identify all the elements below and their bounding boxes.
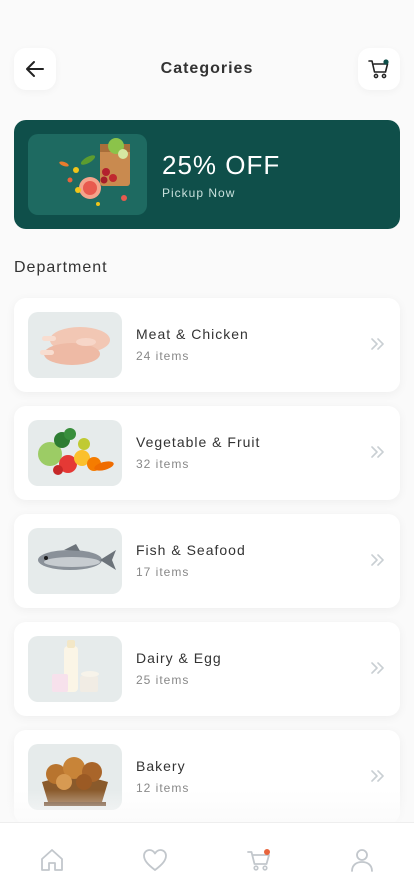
heart-icon — [143, 848, 168, 871]
double-chevron-right-icon — [371, 446, 384, 458]
cart-badge-dot — [263, 848, 270, 855]
promo-subtitle: Pickup Now — [162, 186, 236, 200]
category-name: Fish & Seafood — [136, 542, 246, 558]
category-name: Dairy & Egg — [136, 650, 222, 666]
dairy-icon — [28, 636, 122, 702]
vegetable-icon — [28, 420, 122, 486]
profile-icon — [351, 848, 374, 872]
top-bar: Categories — [14, 48, 400, 90]
category-count: 17 items — [136, 565, 190, 579]
cart-button[interactable] — [357, 48, 400, 90]
category-name: Vegetable & Fruit — [136, 434, 261, 450]
category-card-vegetable[interactable]: Vegetable & Fruit 32 items — [14, 406, 400, 500]
double-chevron-right-icon — [371, 662, 384, 674]
category-name: Bakery — [136, 758, 186, 774]
double-chevron-right-icon — [371, 770, 384, 782]
arrow-left-icon — [26, 61, 44, 77]
tab-home[interactable] — [32, 840, 72, 880]
category-count: 24 items — [136, 349, 190, 363]
category-card-meat[interactable]: Meat & Chicken 24 items — [14, 298, 400, 392]
page-title: Categories — [160, 60, 254, 77]
meat-icon — [28, 312, 122, 378]
category-card-dairy[interactable]: Dairy & Egg 25 items — [14, 622, 400, 716]
category-count: 25 items — [136, 673, 190, 687]
tab-cart[interactable] — [239, 840, 279, 880]
double-chevron-right-icon — [371, 554, 384, 566]
tab-favorites[interactable] — [135, 840, 175, 880]
back-button[interactable] — [14, 48, 56, 90]
category-name: Meat & Chicken — [136, 326, 249, 342]
promo-title: 25% OFF — [162, 150, 281, 180]
double-chevron-right-icon — [371, 338, 384, 350]
section-title: Department — [14, 259, 108, 276]
fish-icon — [28, 528, 122, 594]
tab-profile[interactable] — [342, 840, 382, 880]
cart-icon — [368, 59, 389, 79]
category-card-fish[interactable]: Fish & Seafood 17 items — [14, 514, 400, 608]
groceries-image — [28, 134, 147, 215]
cart-icon — [246, 848, 270, 871]
bottom-tab-bar — [0, 822, 414, 896]
category-count: 32 items — [136, 457, 190, 471]
promo-banner[interactable]: 25% OFF Pickup Now — [14, 120, 400, 229]
home-icon — [40, 848, 63, 871]
